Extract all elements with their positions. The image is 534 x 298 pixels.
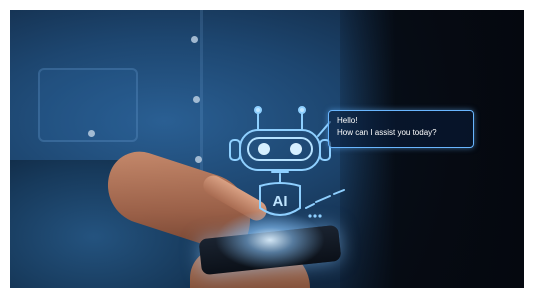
photo-frame: AI Hello! How can I assist you today? (10, 10, 524, 288)
shirt-button (191, 36, 198, 43)
dark-background (340, 10, 524, 288)
shirt-button (195, 156, 202, 163)
chat-bubble: Hello! How can I assist you today? (328, 110, 474, 148)
shirt-button (88, 130, 95, 137)
shirt-button (193, 96, 200, 103)
chat-question: How can I assist you today? (337, 128, 437, 137)
robot-ai-label: AI (273, 193, 288, 210)
chat-greeting: Hello! (337, 116, 358, 125)
